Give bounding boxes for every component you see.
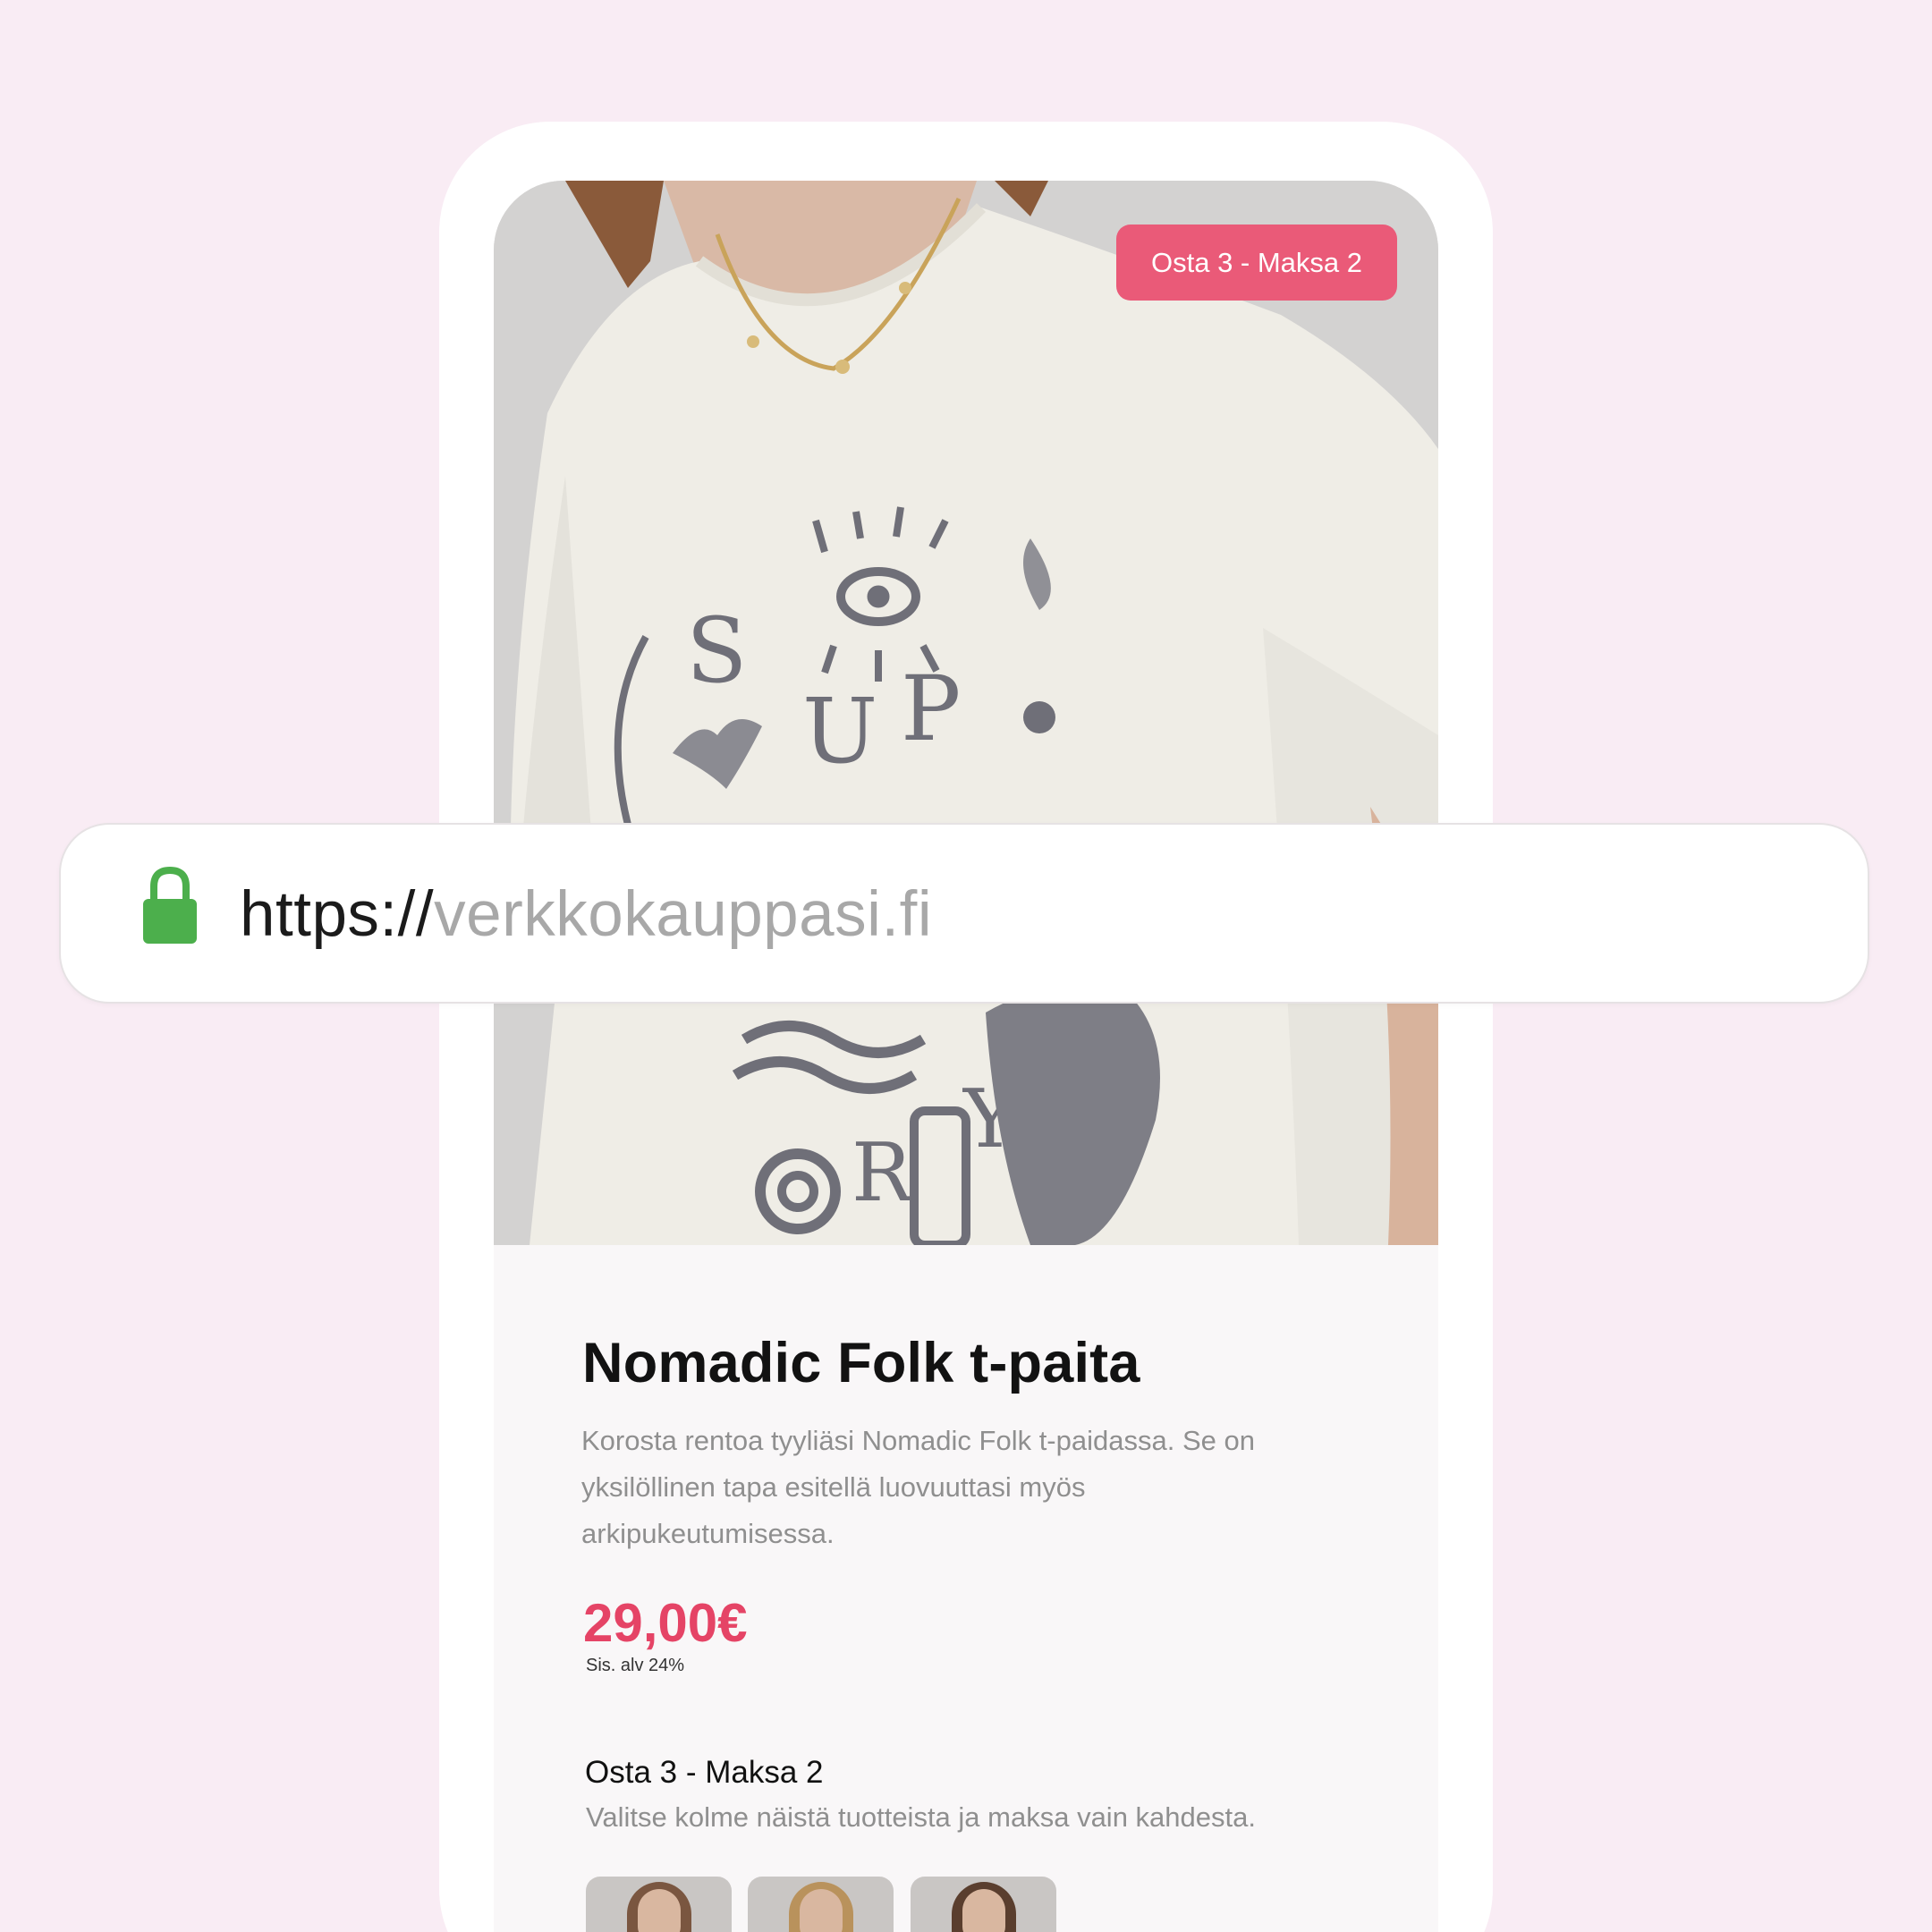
- svg-text:R: R: [852, 1126, 914, 1220]
- vat-note: Sis. alv 24%: [586, 1656, 685, 1675]
- svg-text:S: S: [686, 598, 748, 703]
- url-text[interactable]: https://verkkokauppasi.fi: [240, 878, 932, 951]
- product-description: Korosta rentoa tyyliäsi Nomadic Folk t-p…: [581, 1425, 1255, 1549]
- url-host: verkkokauppasi.fi: [434, 879, 933, 950]
- page: S U P R Y Osta 3 - Maksa 2 Nomadic Folk …: [0, 0, 1932, 1932]
- svg-text:U: U: [802, 679, 877, 784]
- lock-icon: [143, 866, 197, 944]
- product-thumbnail-3[interactable]: [911, 1877, 1056, 1932]
- product-thumbnail-1[interactable]: [586, 1877, 732, 1932]
- bundle-title: Osta 3 - Maksa 2: [585, 1755, 824, 1790]
- thumbnail-face: [800, 1889, 843, 1932]
- url-scheme: https://: [240, 879, 435, 950]
- svg-text:P: P: [901, 657, 961, 761]
- thumbnail-face: [962, 1889, 1005, 1932]
- promo-badge: Osta 3 - Maksa 2: [1116, 225, 1397, 301]
- product-image[interactable]: S U P R Y Osta 3 - Maksa 2: [494, 181, 1438, 1245]
- tshirt-illustration: S U P R Y: [494, 181, 1438, 1245]
- bundle-subtitle: Valitse kolme näistä tuotteista ja maksa…: [586, 1801, 1256, 1833]
- product-price: 29,00€: [583, 1593, 748, 1653]
- product-thumbnail-2[interactable]: [748, 1877, 894, 1932]
- product-title: Nomadic Folk t-paita: [582, 1332, 1140, 1394]
- thumbnail-face: [638, 1889, 681, 1932]
